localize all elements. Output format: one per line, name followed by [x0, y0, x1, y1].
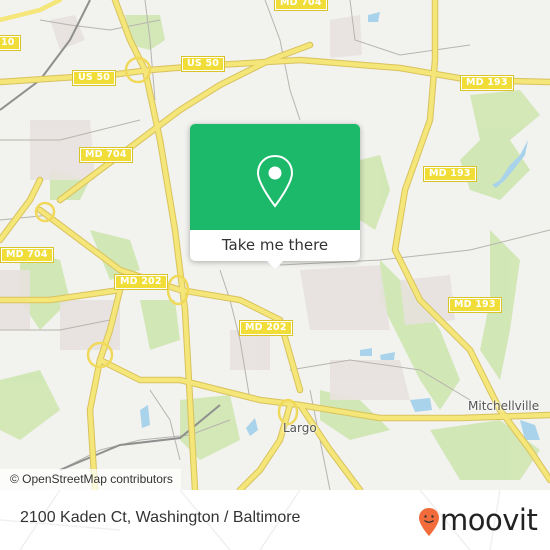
map-attribution[interactable]: © OpenStreetMap contributors — [0, 469, 181, 490]
road-shield-md-704-top: MD 704 — [274, 0, 328, 11]
popup-pointer — [266, 260, 284, 269]
road-shield-i-10: 10 — [0, 35, 21, 51]
take-me-there-button[interactable]: Take me there — [190, 230, 360, 261]
attribution-text: © OpenStreetMap contributors — [10, 472, 173, 486]
address-text: 2100 Kaden Ct, Washington / Baltimore — [20, 509, 301, 526]
road-shield-us-50-right: US 50 — [180, 56, 226, 72]
road-shield-md-193-top: MD 193 — [460, 75, 514, 91]
road-shield-md-193-mid: MD 193 — [423, 166, 477, 182]
place-label-mitchellville: Mitchellville — [468, 399, 540, 413]
destination-popup: Take me there — [190, 124, 360, 269]
road-shield-md-202-left: MD 202 — [114, 274, 168, 290]
footer-bar: 2100 Kaden Ct, Washington / Baltimore mo… — [0, 490, 550, 550]
place-label-largo: Largo — [283, 421, 317, 435]
road-shield-md-193-lower: MD 193 — [448, 297, 502, 313]
road-shield-md-704-center: MD 704 — [79, 147, 133, 163]
popup-header — [190, 124, 360, 230]
brand-name: moovit — [440, 503, 538, 537]
moovit-logo[interactable]: moovit — [418, 501, 538, 541]
moovit-pin-icon — [419, 508, 439, 536]
road-shield-md-704-left: MD 704 — [0, 247, 54, 263]
road-shield-us-50-left: US 50 — [71, 70, 117, 86]
map-pin-icon — [256, 154, 294, 208]
road-shield-md-202-center: MD 202 — [239, 320, 293, 336]
